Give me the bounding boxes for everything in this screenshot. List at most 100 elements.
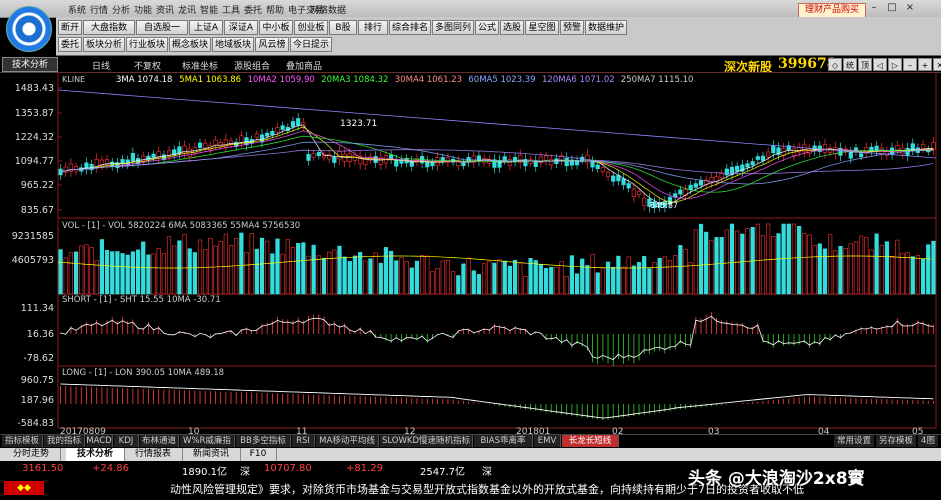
toolbar-button[interactable]: 预警 [560, 20, 584, 35]
toolbar-button[interactable]: 大盘指数 [83, 20, 135, 35]
volume-bar [259, 237, 265, 295]
volume-bar [425, 255, 430, 295]
candle-body [755, 156, 760, 160]
candle-body [595, 164, 600, 170]
minimize-icon[interactable]: – [868, 2, 880, 14]
tab-technical-analysis[interactable]: 技术分析 [2, 57, 58, 72]
view-tab[interactable]: F10 [240, 448, 277, 461]
menu-item[interactable]: 行情 [90, 3, 108, 16]
view-tab[interactable]: 新闻资讯 [182, 448, 241, 461]
toolbar-button[interactable]: 断开 [58, 20, 82, 35]
menu-item[interactable]: 系统 [68, 3, 86, 16]
index-quote-value: 2547.7亿 [420, 467, 465, 478]
toolbar-button[interactable]: 多图同列 [432, 20, 474, 35]
chart-control-button[interactable]: ▷ [888, 58, 902, 71]
moving-average-line [60, 126, 934, 203]
toolbar-button[interactable]: 综合排名 [389, 20, 431, 35]
toolbar-button[interactable]: 委托 [58, 37, 82, 52]
toolbar-button[interactable]: 板块分析 [83, 37, 125, 52]
chart-control-button[interactable]: + [918, 58, 932, 71]
chart-control-button[interactable]: ✕ [933, 58, 941, 71]
toolbar-button[interactable]: 风云榜 [255, 37, 289, 52]
menu-item[interactable]: 委托 [244, 3, 262, 16]
chart-option-item[interactable]: 不复权 [134, 59, 161, 72]
menu-item[interactable]: 智能 [200, 3, 218, 16]
toolbar-button[interactable]: 公式 [475, 20, 499, 35]
candle-body [290, 121, 296, 128]
chart-option-item[interactable]: 日线 [92, 59, 110, 72]
toolbar-button[interactable]: B股 [329, 20, 357, 35]
chart-option-item[interactable]: 标准坐标 [182, 59, 218, 72]
chart-control-button[interactable]: 顶 [858, 58, 872, 71]
volume-bar [218, 240, 223, 295]
volume-bar [874, 233, 879, 295]
indicator-right-tab[interactable]: 常用设置 [834, 435, 874, 447]
toolbar-button[interactable]: 概念板块 [169, 37, 211, 52]
toolbar-button[interactable]: 创业板 [294, 20, 328, 35]
candle-body [130, 153, 135, 162]
candle-body [822, 144, 828, 153]
indicator-tab[interactable]: KDJ [114, 435, 139, 447]
indicator-tab[interactable]: 我的指标 [44, 435, 85, 447]
menu-item[interactable]: 龙讯 [178, 3, 196, 16]
menu-item[interactable]: 资讯 [156, 3, 174, 16]
volume-bar [838, 245, 843, 295]
chart-control-button[interactable]: – [903, 58, 917, 71]
close-icon[interactable]: × [904, 2, 916, 14]
toolbar-button[interactable]: 排行 [358, 20, 388, 35]
menu-item[interactable]: 网络数据 [310, 3, 346, 16]
maximize-icon[interactable]: □ [886, 2, 898, 14]
toolbar-button[interactable]: 今日提示 [290, 37, 332, 52]
toolbar-button[interactable]: 中小板 [259, 20, 293, 35]
volume-bar [79, 245, 84, 295]
chart-control-button[interactable]: ◇ [828, 58, 842, 71]
toolbar-button[interactable]: 地域板块 [212, 37, 254, 52]
chart-option-item[interactable]: 叠加商品 [286, 59, 322, 72]
indicator-tab[interactable]: 长龙长短线 [562, 435, 619, 447]
y-tick-label: -78.62 [23, 353, 54, 364]
menu-item[interactable]: 功能 [134, 3, 152, 16]
y-tick-label: 1094.77 [15, 156, 54, 167]
indicator-tab[interactable]: SLOWKD慢速随机指标 [380, 435, 473, 447]
view-tab[interactable]: 行情报表 [124, 448, 183, 461]
menu-item[interactable]: 帮助 [266, 3, 284, 16]
indicator-tab[interactable]: 布林通道 [140, 435, 179, 447]
indicator-right-tab[interactable]: 另存模板 [876, 435, 916, 447]
candle-body [838, 147, 843, 156]
view-tab[interactable]: 技术分析 [66, 448, 125, 461]
chart-option-item[interactable]: 源股组合 [234, 59, 270, 72]
indicator-tab[interactable]: BB多空指标 [236, 435, 291, 447]
ticker-badge: ◆◆ [4, 481, 44, 495]
toolbar-button[interactable]: 深证A股 [224, 20, 258, 48]
indicator-tab[interactable]: 指标模板 [2, 435, 43, 447]
candle-body [306, 153, 311, 161]
toolbar-button[interactable]: 星空图 [525, 20, 559, 35]
menu-item[interactable]: 分析 [112, 3, 130, 16]
volume-bar [884, 241, 890, 295]
indicator-tab[interactable]: MA移动平均线 [316, 435, 379, 447]
volume-bar [332, 249, 337, 295]
indicator-tab[interactable]: BIAS乖离率 [474, 435, 533, 447]
chart-control-button[interactable]: 统 [843, 58, 857, 71]
toolbar-button[interactable]: 数据维护 [585, 20, 627, 35]
volume-bar [352, 255, 358, 295]
indicator-tab[interactable]: EMV [534, 435, 561, 447]
volume-bar [68, 252, 74, 295]
index-quote-value: 深 [240, 467, 250, 478]
toolbar-button[interactable]: 自选股一 [136, 20, 188, 35]
toolbar-button[interactable]: 选股 [500, 20, 524, 35]
indicator-tab[interactable]: MACD [86, 435, 113, 447]
indicator-tab[interactable]: RSI [292, 435, 315, 447]
indicator-tab[interactable]: W%R威廉指标 [180, 435, 235, 458]
menu-item[interactable]: 工具 [222, 3, 240, 16]
y-tick-label: -584.83 [17, 418, 54, 429]
chart-control-button[interactable]: ◁ [873, 58, 887, 71]
toolbar-button[interactable]: 行业板块 [126, 37, 168, 52]
ad-button[interactable]: 理财产品购买 [798, 3, 866, 18]
view-tab[interactable]: 分时走势 [2, 448, 61, 461]
indicator-right-tab[interactable]: 4图 [918, 435, 938, 447]
stock-chart[interactable]: KLINE 3MA 1074.18 5MA1 1063.86 10MA2 1059.9… [0, 72, 941, 434]
toolbar-button[interactable]: 上证A股 [189, 20, 223, 48]
candle-body [745, 163, 750, 168]
volume-bar [130, 251, 135, 295]
